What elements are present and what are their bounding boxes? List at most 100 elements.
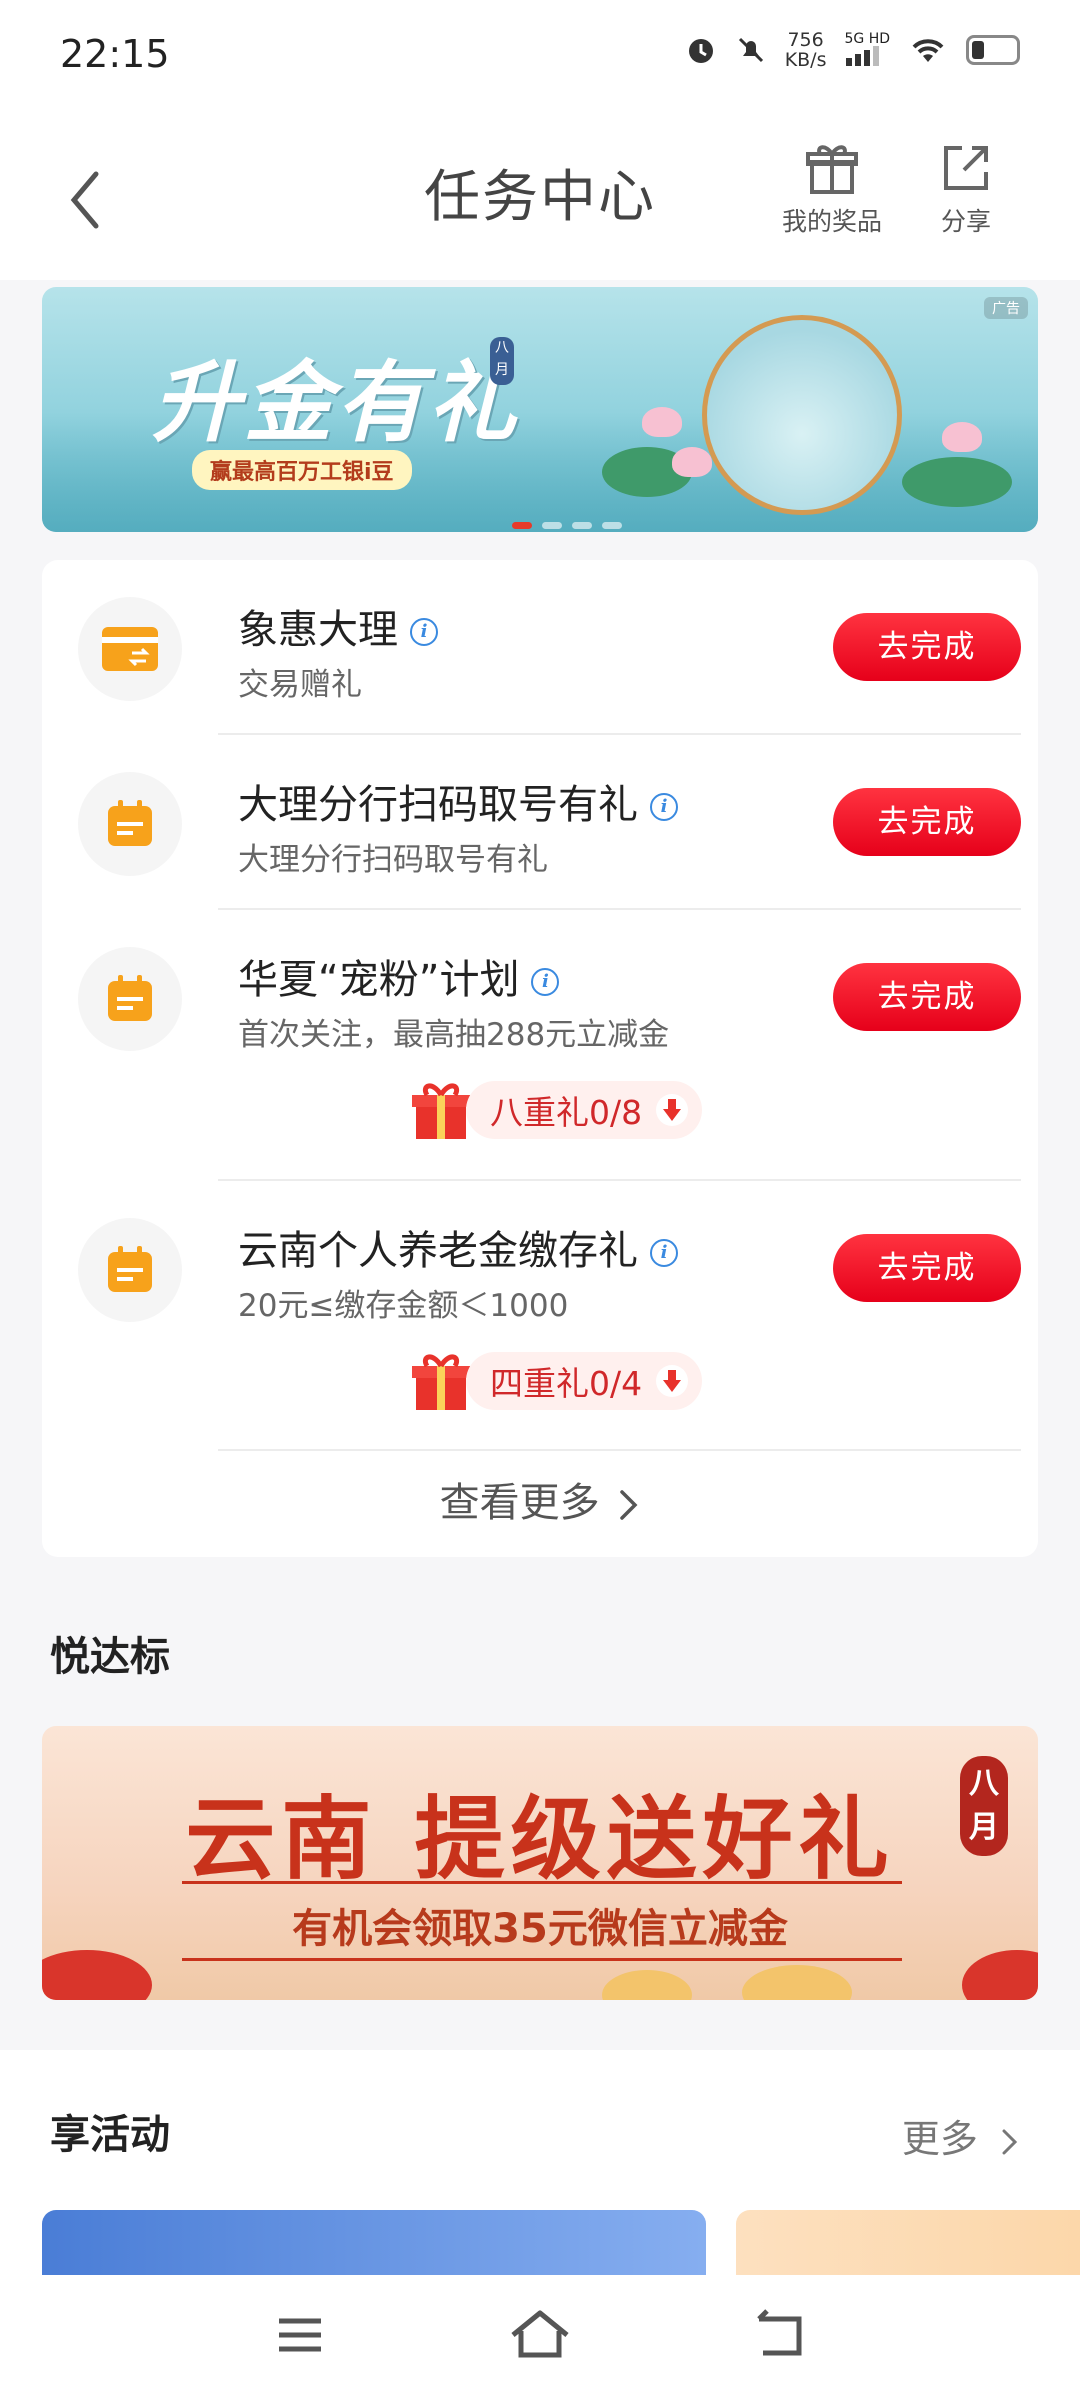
info-icon[interactable]: i xyxy=(531,968,560,996)
task-icon-wrap xyxy=(78,947,182,1051)
promo-line xyxy=(182,1881,902,1884)
mute-bell-icon xyxy=(738,37,763,63)
task-icon-wrap xyxy=(78,1218,182,1322)
task-desc: 首次关注，最高抽288元立减金 xyxy=(238,1017,670,1053)
info-icon[interactable]: i xyxy=(650,1239,678,1267)
share-label: 分享 xyxy=(940,207,991,236)
net-speed-unit: KB/s xyxy=(784,49,827,71)
task-name-text: 象惠大理 xyxy=(238,607,398,653)
signal-bars-icon xyxy=(846,45,880,66)
share-icon xyxy=(944,146,988,190)
go-complete-button[interactable]: 去完成 xyxy=(833,1234,1021,1302)
section-title-activities: 享活动 xyxy=(50,2112,170,2158)
gift-box-icon xyxy=(412,1354,470,1410)
task-name: 云南个人养老金缴存礼 i xyxy=(238,1218,678,1276)
task-desc: 交易赠礼 xyxy=(238,667,362,703)
decor-shape xyxy=(962,1950,1038,2000)
carousel-dot[interactable] xyxy=(572,522,592,529)
more-label: 更多 xyxy=(901,2117,978,2161)
back-nav-icon[interactable] xyxy=(745,2305,815,2365)
gift-progress-pill: 四重礼0/4 xyxy=(466,1352,703,1410)
calendar-icon xyxy=(108,975,152,1021)
gift-progress-text: 八重礼0/8 xyxy=(490,1093,643,1132)
carousel-dots xyxy=(512,522,622,529)
task-item: 象惠大理 i 交易赠礼 去完成 xyxy=(42,597,1038,737)
lotus-flower xyxy=(672,447,712,477)
calendar-icon xyxy=(108,1246,152,1292)
promo-subtitle: 有机会领取35元微信立减金 xyxy=(292,1906,788,1952)
gift-icon xyxy=(806,145,858,194)
task-item: 华夏“宠粉”计划 i 首次关注，最高抽288元立减金 去完成 八重礼0/8 xyxy=(42,947,1038,1167)
go-complete-button[interactable]: 去完成 xyxy=(833,788,1021,856)
home-icon[interactable] xyxy=(505,2305,575,2365)
task-name: 象惠大理 i xyxy=(238,597,438,655)
coin-decor xyxy=(742,1965,852,2000)
gift-progress[interactable]: 八重礼0/8 xyxy=(410,1081,703,1139)
system-nav-bar xyxy=(0,2275,1080,2400)
task-icon-wrap xyxy=(78,772,182,876)
wifi-icon xyxy=(912,39,944,62)
alarm-icon xyxy=(688,39,713,63)
banner-moon-circle xyxy=(702,315,902,515)
go-complete-button[interactable]: 去完成 xyxy=(833,963,1021,1031)
carousel-dot[interactable] xyxy=(602,522,622,529)
status-time: 22:15 xyxy=(60,32,170,76)
task-name-text: 华夏“宠粉”计划 xyxy=(238,957,520,1003)
banner-title: 升金有礼 xyxy=(152,350,521,454)
lotus-leaf xyxy=(902,457,1012,507)
ad-label: 广告 xyxy=(984,297,1028,319)
task-item: 大理分行扫码取号有礼 i 大理分行扫码取号有礼 去完成 xyxy=(42,772,1038,912)
banner-month-tag: 八月 xyxy=(490,337,514,385)
info-icon[interactable]: i xyxy=(650,793,678,821)
activities-more-link[interactable]: 更多 xyxy=(902,2108,1020,2163)
top-banner-carousel[interactable]: 升金有礼 八月 赢最高百万工银i豆 广告 xyxy=(42,287,1038,532)
divider xyxy=(218,1179,1021,1181)
calendar-icon xyxy=(108,800,152,846)
status-icons: 756 KB/s 5G HD xyxy=(685,30,1020,70)
my-prizes-button[interactable]: 我的奖品 xyxy=(762,140,902,238)
info-icon[interactable]: i xyxy=(410,618,438,646)
gift-progress-text: 四重礼0/4 xyxy=(490,1364,643,1403)
task-item: 云南个人养老金缴存礼 i 20元≤缴存金额＜1000 去完成 四重礼0/4 xyxy=(42,1218,1038,1438)
go-complete-button[interactable]: 去完成 xyxy=(833,613,1021,681)
gift-progress[interactable]: 四重礼0/4 xyxy=(410,1352,703,1410)
gift-box-icon xyxy=(412,1083,470,1139)
section-title-yueda: 悦达标 xyxy=(50,1634,170,1680)
header: 任务中心 我的奖品 分享 xyxy=(0,110,1080,280)
view-more-label: 查看更多 xyxy=(439,1480,600,1526)
signal-label: 5G HD xyxy=(844,30,890,47)
lotus-flower xyxy=(642,407,682,437)
decor-shape xyxy=(42,1950,152,2000)
carousel-dot[interactable] xyxy=(542,522,562,529)
divider xyxy=(218,1449,1021,1451)
task-list-card: 象惠大理 i 交易赠礼 去完成 大理分行扫码取号有礼 i 大理分行扫码取号有礼 去完… xyxy=(42,560,1038,1557)
menu-icon[interactable] xyxy=(265,2305,335,2365)
net-speed: 756 KB/s xyxy=(785,30,827,70)
divider xyxy=(218,733,1021,735)
view-more-link[interactable]: 查看更多 xyxy=(42,1470,1038,1528)
net-speed-value: 756 xyxy=(787,29,824,51)
promo-line xyxy=(182,1958,902,1961)
task-name-text: 大理分行扫码取号有礼 xyxy=(238,782,638,828)
promo-month-tag: 八月 xyxy=(960,1756,1008,1856)
carousel-dot[interactable] xyxy=(512,522,532,529)
card-transfer-icon xyxy=(102,627,158,671)
promo-title: 云南 提级送好礼 xyxy=(185,1787,895,1892)
gift-progress-pill: 八重礼0/8 xyxy=(466,1081,703,1139)
chevron-right-icon xyxy=(620,1490,638,1520)
lotus-flower xyxy=(942,422,982,452)
coin-decor xyxy=(602,1970,692,2000)
banner-subtitle: 赢最高百万工银i豆 xyxy=(192,450,412,490)
battery-icon xyxy=(966,35,1020,65)
expand-down-icon xyxy=(656,1365,689,1397)
share-button[interactable]: 分享 xyxy=(896,140,1036,238)
status-bar: 22:15 756 KB/s 5G HD xyxy=(0,0,1080,110)
my-prizes-label: 我的奖品 xyxy=(781,207,882,236)
signal-indicator: 5G HD xyxy=(844,32,890,69)
task-desc: 大理分行扫码取号有礼 xyxy=(238,842,548,878)
promo-banner[interactable]: 云南 提级送好礼 有机会领取35元微信立减金 八月 xyxy=(42,1726,1038,2000)
task-icon-wrap xyxy=(78,597,182,701)
task-name: 华夏“宠粉”计划 i xyxy=(238,947,560,1005)
task-name-text: 云南个人养老金缴存礼 xyxy=(238,1228,638,1274)
task-desc: 20元≤缴存金额＜1000 xyxy=(238,1288,569,1324)
